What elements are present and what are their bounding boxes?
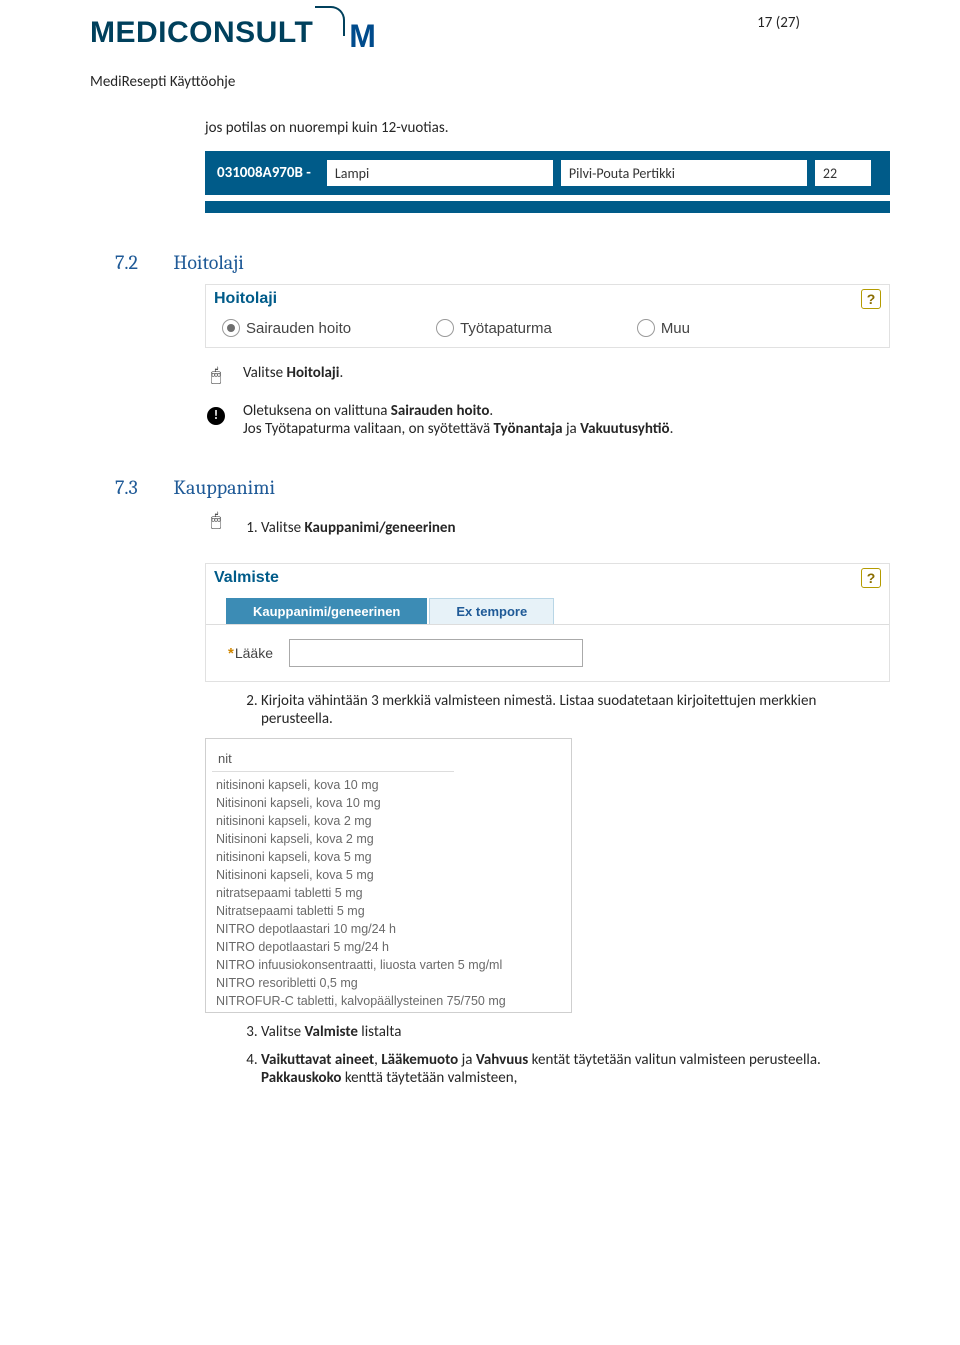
- dropdown-item[interactable]: nitisinoni kapseli, kova 2 mg: [206, 812, 571, 830]
- dropdown-item[interactable]: NITRO depotlaastari 10 mg/24 h: [206, 920, 571, 938]
- dropdown-item[interactable]: nitisinoni kapseli, kova 5 mg: [206, 848, 571, 866]
- patient-id: 031008A970B -: [217, 164, 311, 182]
- document-title: MediResepti Käyttöohje: [90, 73, 890, 91]
- valmiste-panel: Valmiste ? Kauppanimi/geneerinen Ex temp…: [205, 563, 890, 682]
- patient-bar-footer: [205, 201, 890, 213]
- dropdown-item[interactable]: nitisinoni kapseli, kova 10 mg: [206, 776, 571, 794]
- dropdown-item[interactable]: NITRO depotlaastari 5 mg/24 h: [206, 938, 571, 956]
- patient-bar: 031008A970B -: [205, 151, 890, 195]
- radio-icon: [222, 319, 240, 337]
- brand-arc-icon: [315, 6, 345, 36]
- radio-label: Muu: [661, 320, 690, 337]
- step-4: Vaikuttavat aineet, Lääkemuoto ja Vahvuu…: [261, 1051, 890, 1087]
- radio-muu[interactable]: Muu: [637, 319, 690, 337]
- patient-firstname-input[interactable]: [561, 160, 807, 186]
- patient-surname-input[interactable]: [327, 160, 553, 186]
- heading-title: Kauppanimi: [173, 476, 275, 499]
- radio-label: Työtapaturma: [460, 320, 552, 337]
- dropdown-item[interactable]: nitratsepaami tabletti 5 mg: [206, 884, 571, 902]
- dropdown-item[interactable]: Nitisinoni kapseli, kova 2 mg: [206, 830, 571, 848]
- heading-7-3: 7.3 Kauppanimi: [115, 476, 890, 499]
- laake-input[interactable]: [289, 639, 583, 667]
- mouse-icon: 🖱: [205, 364, 227, 386]
- panel-title: Valmiste: [214, 569, 279, 587]
- radio-tyotapaturma[interactable]: Työtapaturma: [436, 319, 552, 337]
- note-default-hoitolaji: ! Oletuksena on valittuna Sairauden hoit…: [205, 402, 890, 438]
- alert-icon: !: [205, 402, 227, 438]
- help-icon[interactable]: ?: [861, 568, 881, 588]
- dropdown-item[interactable]: NITROFUR-C tabletti, kalvopäällysteinen …: [206, 992, 571, 1010]
- tab-extempore[interactable]: Ex tempore: [429, 598, 554, 624]
- panel-title: Hoitolaji: [214, 290, 277, 308]
- heading-number: 7.3: [115, 476, 169, 499]
- heading-7-2: 7.2 Hoitolaji: [115, 251, 890, 274]
- patient-age-input[interactable]: [815, 160, 871, 186]
- hoitolaji-panel: Hoitolaji ? Sairauden hoito Työtapaturma…: [205, 284, 890, 348]
- heading-number: 7.2: [115, 251, 169, 274]
- step-1: Valitse Kauppanimi/geneerinen: [261, 519, 890, 537]
- dropdown-item[interactable]: NITRO resoribletti 0,5 mg: [206, 974, 571, 992]
- drug-dropdown: nitisinoni kapseli, kova 10 mgNitisinoni…: [205, 738, 572, 1013]
- dropdown-item[interactable]: NITRO infuusiokonsentraatti, liuosta var…: [206, 956, 571, 974]
- intro-text: jos potilas on nuorempi kuin 12-vuotias.: [205, 119, 890, 137]
- step-3: Valitse Valmiste listalta: [261, 1023, 890, 1041]
- required-marker: *: [228, 645, 234, 662]
- dropdown-item[interactable]: Nitisinoni kapseli, kova 10 mg: [206, 794, 571, 812]
- dropdown-item[interactable]: Nitisinoni kapseli, kova 5 mg: [206, 866, 571, 884]
- brand-mark-icon: M: [349, 18, 376, 55]
- note-select-hoitolaji: 🖱 Valitse Hoitolaji.: [205, 364, 890, 386]
- brand-name: MEDICONSULT: [90, 16, 313, 50]
- tab-kauppanimi[interactable]: Kauppanimi/geneerinen: [226, 598, 427, 624]
- dropdown-search-input[interactable]: [212, 745, 454, 772]
- note-select-kauppanimi: 🖱 Valitse Kauppanimi/geneerinen: [205, 509, 890, 547]
- mouse-icon: 🖱: [205, 509, 227, 547]
- heading-title: Hoitolaji: [173, 251, 243, 274]
- radio-icon: [436, 319, 454, 337]
- field-label-laake: Lääke: [235, 645, 273, 661]
- step-2: Kirjoita vähintään 3 merkkiä valmisteen …: [261, 692, 890, 728]
- radio-sairauden-hoito[interactable]: Sairauden hoito: [222, 319, 351, 337]
- radio-icon: [637, 319, 655, 337]
- radio-label: Sairauden hoito: [246, 320, 351, 337]
- help-icon[interactable]: ?: [861, 289, 881, 309]
- dropdown-item[interactable]: Nitratsepaami tabletti 5 mg: [206, 902, 571, 920]
